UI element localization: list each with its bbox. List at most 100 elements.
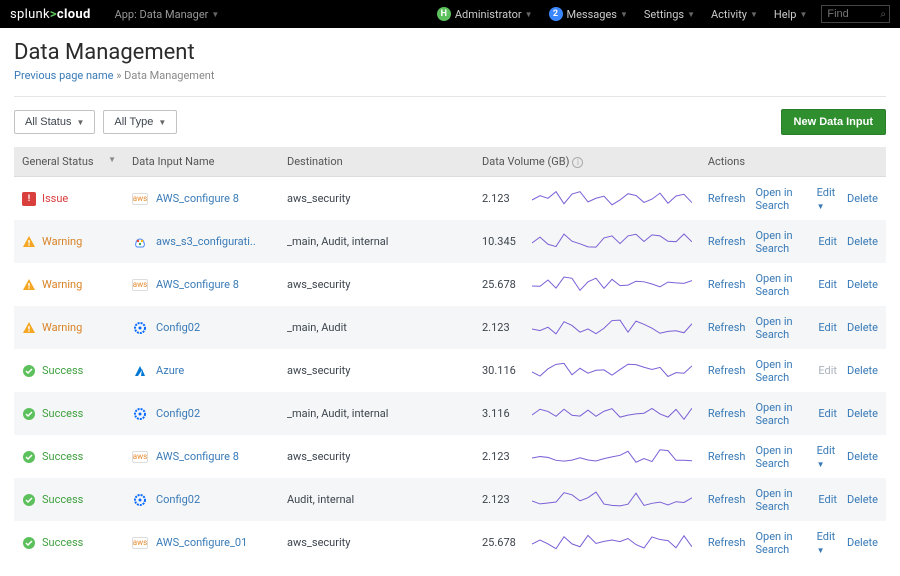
table-row: WarningConfig02_main, Audit2.123RefreshO… [14, 306, 886, 349]
table-row: SuccessConfig02Audit, internal2.123Refre… [14, 478, 886, 521]
find-input-wrap[interactable]: ⌕ [821, 5, 890, 23]
refresh-link[interactable]: Refresh [708, 536, 746, 549]
delete-link[interactable]: Delete [847, 364, 878, 377]
aws-icon: aws [132, 537, 148, 549]
open-in-search-link[interactable]: Open in Search [755, 530, 806, 556]
col-header-status[interactable]: General Status▼ [14, 147, 124, 177]
refresh-link[interactable]: Refresh [708, 364, 746, 377]
edit-link[interactable]: Edit ▼ [817, 530, 837, 556]
open-in-search-link[interactable]: Open in Search [755, 358, 808, 384]
volume-cell: 25.678 [474, 263, 524, 306]
refresh-link[interactable]: Refresh [708, 192, 746, 205]
delete-link[interactable]: Delete [847, 407, 878, 420]
table-row: SuccessawsAWS_configure 8aws_security2.1… [14, 435, 886, 478]
data-input-name-link[interactable]: AWS_configure 8 [156, 450, 239, 463]
breadcrumb-prev[interactable]: Previous page name [14, 69, 114, 82]
col-header-destination[interactable]: Destination [279, 147, 474, 177]
toolbar: All Status▼ All Type▼ New Data Input [14, 109, 886, 135]
page-title: Data Management [14, 40, 886, 65]
destination-cell: _main, Audit, internal [279, 220, 474, 263]
messages-menu[interactable]: 2Messages▼ [541, 0, 636, 28]
aws-icon: aws [132, 451, 148, 463]
open-in-search-link[interactable]: Open in Search [755, 272, 808, 298]
refresh-link[interactable]: Refresh [708, 407, 746, 420]
sparkline [532, 228, 692, 252]
sort-caret-icon: ▼ [108, 155, 116, 164]
divider [14, 96, 886, 97]
status-text: Success [42, 364, 83, 377]
success-icon [22, 536, 36, 550]
success-icon [22, 364, 36, 378]
destination-cell: Audit, internal [279, 478, 474, 521]
edit-link[interactable]: Edit [818, 321, 837, 334]
status-text: Success [42, 407, 83, 420]
sparkline [532, 185, 692, 209]
find-input[interactable] [822, 8, 877, 20]
data-input-name-link[interactable]: aws_s3_configurati.. [156, 235, 256, 248]
status-text: Warning [42, 321, 82, 334]
data-input-name-link[interactable]: Config02 [156, 407, 200, 420]
warning-icon [22, 321, 36, 335]
settings-menu[interactable]: Settings▼ [636, 0, 703, 28]
edit-link[interactable]: Edit [818, 493, 837, 506]
destination-cell: _main, Audit [279, 306, 474, 349]
destination-cell: aws_security [279, 263, 474, 306]
col-header-volume[interactable]: Data Volume (GB)i [474, 147, 700, 177]
delete-link[interactable]: Delete [847, 493, 878, 506]
table-row: WarningawsAWS_configure 8aws_security25.… [14, 263, 886, 306]
warning-icon [22, 278, 36, 292]
open-in-search-link[interactable]: Open in Search [755, 186, 806, 212]
table-row: Warningaws_s3_configurati.._main, Audit,… [14, 220, 886, 263]
volume-cell: 2.123 [474, 177, 524, 221]
messages-count-badge: 2 [549, 7, 563, 21]
app-switcher[interactable]: App: Data Manager▼ [95, 0, 228, 28]
config-icon [132, 493, 148, 507]
help-menu[interactable]: Help▼ [766, 0, 815, 28]
edit-link[interactable]: Edit [818, 407, 837, 420]
refresh-link[interactable]: Refresh [708, 235, 746, 248]
sparkline [532, 271, 692, 295]
data-input-name-link[interactable]: Azure [156, 364, 184, 377]
open-in-search-link[interactable]: Open in Search [755, 487, 808, 513]
info-icon[interactable]: i [572, 157, 583, 168]
data-input-name-link[interactable]: AWS_configure 8 [156, 192, 239, 205]
refresh-link[interactable]: Refresh [708, 450, 746, 463]
delete-link[interactable]: Delete [847, 235, 878, 248]
delete-link[interactable]: Delete [847, 450, 878, 463]
data-input-name-link[interactable]: AWS_configure_01 [156, 536, 247, 549]
refresh-link[interactable]: Refresh [708, 278, 746, 291]
edit-link[interactable]: Edit ▼ [817, 444, 837, 470]
delete-link[interactable]: Delete [847, 278, 878, 291]
delete-link[interactable]: Delete [847, 536, 878, 549]
edit-link: Edit [818, 364, 837, 377]
col-header-actions: Actions [700, 147, 886, 177]
destination-cell: aws_security [279, 521, 474, 564]
filter-type-button[interactable]: All Type▼ [103, 110, 177, 134]
col-header-name[interactable]: Data Input Name [124, 147, 279, 177]
data-input-name-link[interactable]: Config02 [156, 493, 200, 506]
delete-link[interactable]: Delete [847, 192, 878, 205]
new-data-input-button[interactable]: New Data Input [781, 109, 886, 135]
edit-link[interactable]: Edit [818, 278, 837, 291]
data-input-name-link[interactable]: AWS_configure 8 [156, 278, 239, 291]
admin-menu[interactable]: HAdministrator▼ [429, 0, 541, 28]
refresh-link[interactable]: Refresh [708, 321, 746, 334]
open-in-search-link[interactable]: Open in Search [755, 229, 808, 255]
edit-link[interactable]: Edit [818, 235, 837, 248]
destination-cell: aws_security [279, 435, 474, 478]
activity-menu[interactable]: Activity▼ [703, 0, 766, 28]
table-row: SuccessConfig02_main, Audit, internal3.1… [14, 392, 886, 435]
edit-link[interactable]: Edit ▼ [817, 186, 837, 212]
open-in-search-link[interactable]: Open in Search [755, 444, 806, 470]
gcp-icon [132, 235, 148, 249]
filter-status-button[interactable]: All Status▼ [14, 110, 95, 134]
delete-link[interactable]: Delete [847, 321, 878, 334]
table-row: SuccessawsAWS_configure_01aws_security25… [14, 521, 886, 564]
volume-cell: 10.345 [474, 220, 524, 263]
data-input-name-link[interactable]: Config02 [156, 321, 200, 334]
config-icon [132, 407, 148, 421]
status-text: Success [42, 493, 83, 506]
open-in-search-link[interactable]: Open in Search [755, 315, 808, 341]
open-in-search-link[interactable]: Open in Search [755, 401, 808, 427]
refresh-link[interactable]: Refresh [708, 493, 746, 506]
